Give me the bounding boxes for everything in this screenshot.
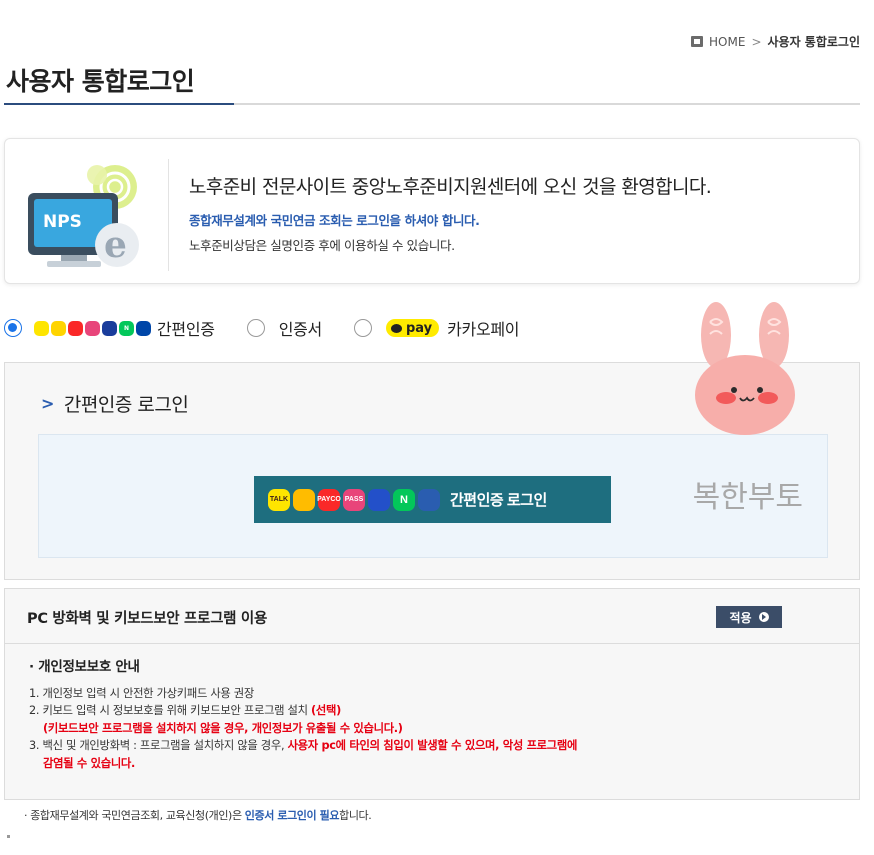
apply-button-label: 적용: [729, 610, 752, 625]
shinhan-icon: [136, 320, 151, 336]
privacy-item-2: 2. 키보드 입력 시 정보보호를 위해 키보드보안 프로그램 설치 (선택): [29, 702, 859, 720]
kakao-talk-icon: TALK: [268, 488, 290, 511]
home-icon[interactable]: [691, 36, 704, 47]
security-title: PC 방화벽 및 키보드보안 프로그램 이용: [27, 611, 268, 627]
shinhan-icon: [418, 488, 440, 511]
footnote-suffix: 합니다.: [339, 809, 372, 822]
title-divider: [4, 103, 860, 105]
footnote-text: · 종합재무설계와 국민연금조회, 교육신청(개인)은: [24, 809, 245, 822]
pass-icon: [85, 320, 100, 336]
svg-text:행복한부토: 행복한부토: [690, 480, 803, 515]
easy-login-button[interactable]: TALK PAYCO PASS N 간편인증 로그인: [254, 476, 611, 523]
arrow-right-icon: [758, 612, 769, 622]
payco-icon: [68, 320, 83, 336]
nps-logo-icon: NPS e: [28, 165, 139, 267]
welcome-login-notice: 종합재무설계와 국민연금 조회는 로그인을 하셔야 합니다.: [189, 213, 480, 228]
certificate-label[interactable]: 인증서: [279, 316, 323, 340]
easy-login-heading: > 간편인증 로그인: [41, 390, 189, 417]
tosspay-icon: [51, 320, 66, 336]
footnote-highlight: 인증서 로그인이 필요: [244, 809, 340, 822]
pass-icon: PASS: [343, 488, 365, 511]
easy-auth-provider-icons: N: [34, 320, 151, 336]
breadcrumb-separator: >: [751, 34, 762, 49]
payco-icon: PAYCO: [317, 488, 341, 511]
easy-login-heading-text: 간편인증 로그인: [63, 394, 189, 416]
breadcrumb: HOME > 사용자 통합로그인: [691, 33, 860, 50]
radio-easy-auth[interactable]: [4, 319, 22, 337]
welcome-title: 노후준비 전문사이트 중앙노후준비지원센터에 오신 것을 환영합니다.: [189, 176, 712, 198]
welcome-box: NPS e 노후준비 전문사이트 중앙노후준비지원센터에 오신 것을 환영합니다…: [4, 138, 860, 284]
chevron-right-icon: >: [41, 394, 54, 413]
breadcrumb-home[interactable]: HOME: [709, 35, 745, 49]
kb-icon: [293, 488, 315, 511]
privacy-item-3: 3. 백신 및 개인방화벽 : 프로그램을 설치하지 않을 경우, 사용자 pc…: [29, 737, 859, 755]
kakao-icon: [34, 320, 49, 336]
security-header: PC 방화벽 및 키보드보안 프로그램 이용 적용: [5, 589, 859, 644]
svg-text:NPS: NPS: [43, 212, 82, 232]
privacy-item-1: 1. 개인정보 입력 시 안전한 가상키패드 사용 권장: [29, 686, 254, 700]
welcome-consult-notice: 노후준비상담은 실명인증 후에 이용하실 수 있습니다.: [189, 238, 455, 253]
naver-icon: N: [119, 320, 134, 336]
tiny-mark: [7, 835, 10, 838]
easy-auth-label[interactable]: 간편인증: [157, 316, 215, 340]
privacy-notice-title: · 개인정보보호 안내: [29, 659, 140, 675]
bunny-sticker-icon: 행복한부토: [690, 302, 803, 515]
kakaopay-badge-icon: pay: [385, 319, 440, 337]
svg-text:e: e: [104, 224, 127, 266]
kakaopay-badge-text: pay: [405, 320, 433, 336]
radio-kakaopay[interactable]: [353, 319, 372, 337]
privacy-notice: · 개인정보보호 안내 1. 개인정보 입력 시 안전한 가상키패드 사용 권장…: [5, 645, 859, 772]
welcome-divider: [168, 159, 169, 271]
certificate-footnote: · 종합재무설계와 국민연금조회, 교육신청(개인)은 인증서 로그인이 필요합…: [24, 807, 372, 823]
privacy-item-3-warning-cont: 감염될 수 있습니다.: [43, 756, 136, 770]
privacy-item-2-warning: (키보드보안 프로그램을 설치하지 않을 경우, 개인정보가 유출될 수 있습니…: [43, 721, 403, 735]
privacy-item-2-text: 2. 키보드 입력 시 정보보호를 위해 키보드보안 프로그램 설치: [29, 704, 312, 717]
samsungpass-icon: [102, 320, 117, 336]
privacy-item-3-warning: 사용자 pc에 타인의 침입이 발생할 수 있으며, 악성 프로그램에: [287, 739, 578, 752]
naver-icon: N: [393, 488, 415, 511]
breadcrumb-current: 사용자 통합로그인: [767, 35, 861, 49]
easy-login-button-label: 간편인증 로그인: [450, 492, 547, 509]
auth-method-selector: N 간편인증 인증서 pay 카카오페이: [4, 314, 520, 342]
kakaopay-label[interactable]: 카카오페이: [447, 316, 519, 340]
privacy-item-3-text: 3. 백신 및 개인방화벽 : 프로그램을 설치하지 않을 경우,: [29, 739, 288, 752]
page-title: 사용자 통합로그인: [6, 67, 195, 96]
samsungpass-icon: [368, 488, 390, 511]
radio-certificate[interactable]: [246, 319, 265, 337]
apply-button[interactable]: 적용: [716, 606, 782, 628]
privacy-item-2-optional: (선택): [311, 704, 341, 717]
security-program-panel: PC 방화벽 및 키보드보안 프로그램 이용 적용 · 개인정보보호 안내 1.…: [4, 588, 860, 800]
